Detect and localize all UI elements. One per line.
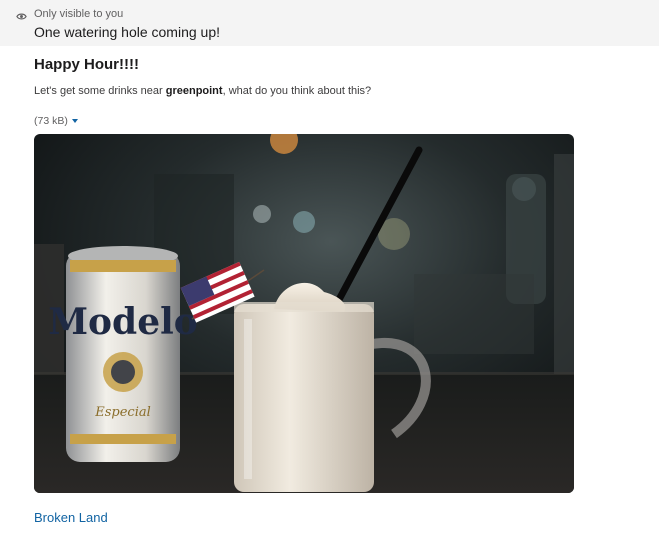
post-body-prefix: Let's get some drinks near [34, 85, 166, 97]
can-subtext: Especial [94, 405, 151, 420]
post-body: Let's get some drinks near greenpoint, w… [34, 85, 371, 97]
beer-can: Modelo Especial [48, 246, 198, 462]
caret-down-icon[interactable] [71, 119, 78, 123]
file-size-toggle[interactable]: (73 kB) [34, 115, 78, 127]
post-body-location: greenpoint [165, 85, 223, 97]
eye-icon [16, 9, 27, 20]
visibility-note: Only visible to you [34, 8, 124, 20]
ephemeral-message: One watering hole coming up! [34, 24, 220, 40]
drinks-photo: Modelo Especial [34, 134, 574, 493]
ephemeral-header: Only visible to you [16, 8, 123, 20]
ephemeral-banner: Only visible to you One watering hole co… [0, 0, 659, 46]
file-size-label: (73 kB) [34, 115, 68, 127]
post-title: Happy Hour!!!! [34, 56, 139, 73]
post-body-suffix: , what do you think about this? [222, 85, 372, 97]
can-brand-text: Modelo [48, 301, 198, 343]
broken-land-link[interactable]: Broken Land [34, 510, 108, 525]
attachment-image[interactable]: Modelo Especial [34, 134, 574, 493]
